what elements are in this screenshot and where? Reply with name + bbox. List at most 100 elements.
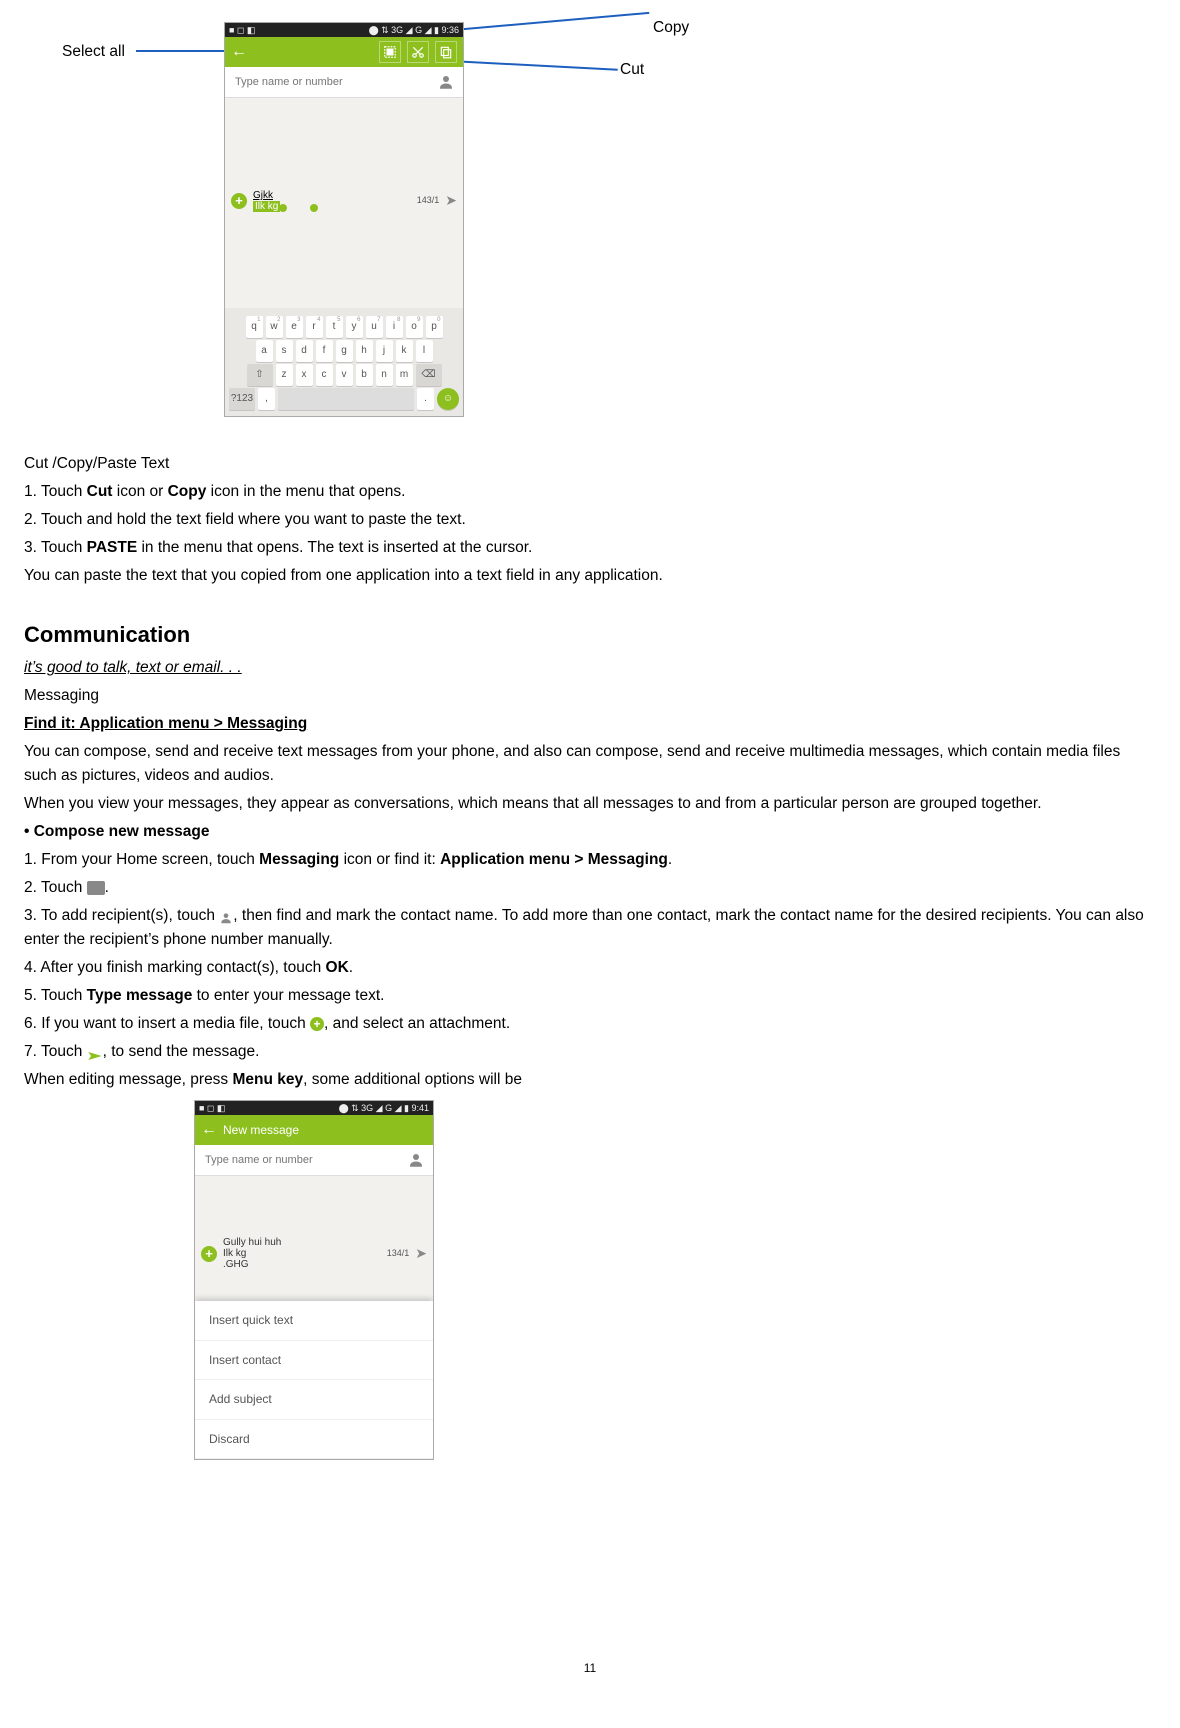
text-bold: Messaging <box>259 851 339 868</box>
kbd-key[interactable]: w2 <box>266 316 283 338</box>
selection-action-bar: ← <box>225 37 463 67</box>
message-input[interactable]: Gully hui huh Ilk kg .GHG <box>223 1237 381 1270</box>
message-input[interactable]: Gjkk Ilk kg <box>253 190 318 212</box>
text: 1. From your Home screen, touch <box>24 851 259 868</box>
kbd-key[interactable]: l <box>416 340 433 362</box>
cursor-handle-right[interactable] <box>310 204 318 212</box>
kbd-backspace[interactable]: ⌫ <box>416 364 442 386</box>
recipient-input[interactable] <box>233 75 437 89</box>
compose-step-8: When editing message, press Menu key, so… <box>24 1068 1156 1092</box>
copy-icon[interactable] <box>435 41 457 63</box>
options-menu-item[interactable]: Insert quick text <box>195 1301 433 1341</box>
text-bold: Cut <box>87 483 113 500</box>
add-contact-icon[interactable] <box>437 73 455 91</box>
text-bold: Copy <box>168 483 207 500</box>
kbd-key[interactable]: c <box>316 364 333 386</box>
cut-copy-paste-title: Cut /Copy/Paste Text <box>24 452 1156 476</box>
kbd-shift[interactable]: ⇧ <box>247 364 273 386</box>
kbd-comma[interactable]: , <box>258 388 275 410</box>
message-text-line: Gully hui huh <box>223 1237 281 1248</box>
kbd-key[interactable]: b <box>356 364 373 386</box>
messaging-paragraph-1: You can compose, send and receive text m… <box>24 740 1156 788</box>
text: . <box>668 851 672 868</box>
communication-heading: Communication <box>24 618 1156 652</box>
action-bar-title: New message <box>223 1121 427 1140</box>
recipient-input[interactable] <box>203 1153 407 1167</box>
kbd-key[interactable]: z <box>276 364 293 386</box>
select-all-icon[interactable] <box>379 41 401 63</box>
kbd-space[interactable] <box>278 388 414 410</box>
text: 4. After you finish marking contact(s), … <box>24 959 326 976</box>
kbd-key[interactable]: j <box>376 340 393 362</box>
options-menu-item[interactable]: Discard <box>195 1420 433 1460</box>
cut-step-1: 1. Touch Cut icon or Copy icon in the me… <box>24 480 1156 504</box>
kbd-key[interactable]: a <box>256 340 273 362</box>
compose-step-6: 6. If you want to insert a media file, t… <box>24 1012 1156 1036</box>
contact-icon <box>219 909 233 923</box>
kbd-key[interactable]: x <box>296 364 313 386</box>
kbd-key[interactable]: i8 <box>386 316 403 338</box>
kbd-key[interactable]: f <box>316 340 333 362</box>
kbd-key[interactable]: y6 <box>346 316 363 338</box>
text-bold: OK <box>326 959 349 976</box>
back-icon[interactable]: ← <box>231 40 247 65</box>
kbd-key[interactable]: q1 <box>246 316 263 338</box>
callout-copy: Copy <box>653 16 689 40</box>
kbd-key[interactable]: k <box>396 340 413 362</box>
text: , and select an attachment. <box>324 1015 510 1032</box>
kbd-key[interactable]: r4 <box>306 316 323 338</box>
kbd-key[interactable]: m <box>396 364 413 386</box>
compose-step-7: 7. Touch , to send the message. <box>24 1040 1156 1064</box>
kbd-emoji[interactable]: ☺ <box>437 388 459 410</box>
send-icon[interactable]: ➤ <box>415 1243 427 1265</box>
compose-new-message-title: • Compose new message <box>24 820 1156 844</box>
text: . <box>349 959 353 976</box>
recipient-field-row <box>225 67 463 98</box>
send-icon[interactable]: ➤ <box>445 190 457 212</box>
attach-icon[interactable]: + <box>231 193 247 209</box>
text: , to send the message. <box>103 1043 260 1060</box>
kbd-key[interactable]: o9 <box>406 316 423 338</box>
kbd-key[interactable]: g <box>336 340 353 362</box>
compose-step-3: 3. To add recipient(s), touch , then fin… <box>24 904 1156 952</box>
kbd-sym[interactable]: ?123 <box>229 388 255 410</box>
kbd-key[interactable]: v <box>336 364 353 386</box>
text-bold: Type message <box>87 987 193 1004</box>
kbd-period[interactable]: . <box>417 388 434 410</box>
text: icon in the menu that opens. <box>206 483 405 500</box>
add-contact-icon[interactable] <box>407 1151 425 1169</box>
callout-select-all: Select all <box>62 40 125 64</box>
cut-icon[interactable] <box>407 41 429 63</box>
text-bold: Application menu > Messaging <box>440 851 668 868</box>
status-left: ■ ◻ ◧ <box>229 23 255 37</box>
cut-step-3: 3. Touch PASTE in the menu that opens. T… <box>24 536 1156 560</box>
screenshot-new-message-menu: ■ ◻ ◧ ⬤ ⇅ 3G ◢ G ◢ ▮ 9:41 ← New message … <box>194 1100 434 1460</box>
options-menu-item[interactable]: Add subject <box>195 1380 433 1420</box>
screenshot-text-selection: ■ ◻ ◧ ⬤ ⇅ 3G ◢ G ◢ ▮ 9:36 ← + <box>224 22 464 417</box>
options-menu: Insert quick textInsert contactAdd subje… <box>195 1301 433 1459</box>
text: 3. Touch <box>24 539 87 556</box>
kbd-key[interactable]: t5 <box>326 316 343 338</box>
options-menu-item[interactable]: Insert contact <box>195 1341 433 1381</box>
kbd-key[interactable]: s <box>276 340 293 362</box>
status-right: ⬤ ⇅ 3G ◢ G ◢ ▮ 9:36 <box>369 23 459 37</box>
cursor-handle-left[interactable] <box>279 204 287 212</box>
message-text-line: Ilk kg <box>223 1248 246 1259</box>
kbd-key[interactable]: p0 <box>426 316 443 338</box>
kbd-key[interactable]: n <box>376 364 393 386</box>
back-icon[interactable]: ← <box>201 1118 217 1143</box>
attach-icon[interactable]: + <box>201 1246 217 1262</box>
kbd-key[interactable]: h <box>356 340 373 362</box>
attach-plus-icon: + <box>310 1017 324 1031</box>
send-arrow-icon <box>87 1046 103 1058</box>
keyboard: q1w2e3r4t5y6u7i8o9p0 asdfghjkl ⇧zxcvbnm⌫… <box>225 308 463 416</box>
action-bar: ← New message <box>195 1115 433 1145</box>
text: 3. To add recipient(s), touch <box>24 907 219 924</box>
text: icon or find it: <box>339 851 440 868</box>
text: in the menu that opens. The text is inse… <box>137 539 532 556</box>
kbd-key[interactable]: e3 <box>286 316 303 338</box>
kbd-key[interactable]: d <box>296 340 313 362</box>
kbd-key[interactable]: u7 <box>366 316 383 338</box>
text: 2. Touch <box>24 879 87 896</box>
messaging-paragraph-2: When you view your messages, they appear… <box>24 792 1156 816</box>
